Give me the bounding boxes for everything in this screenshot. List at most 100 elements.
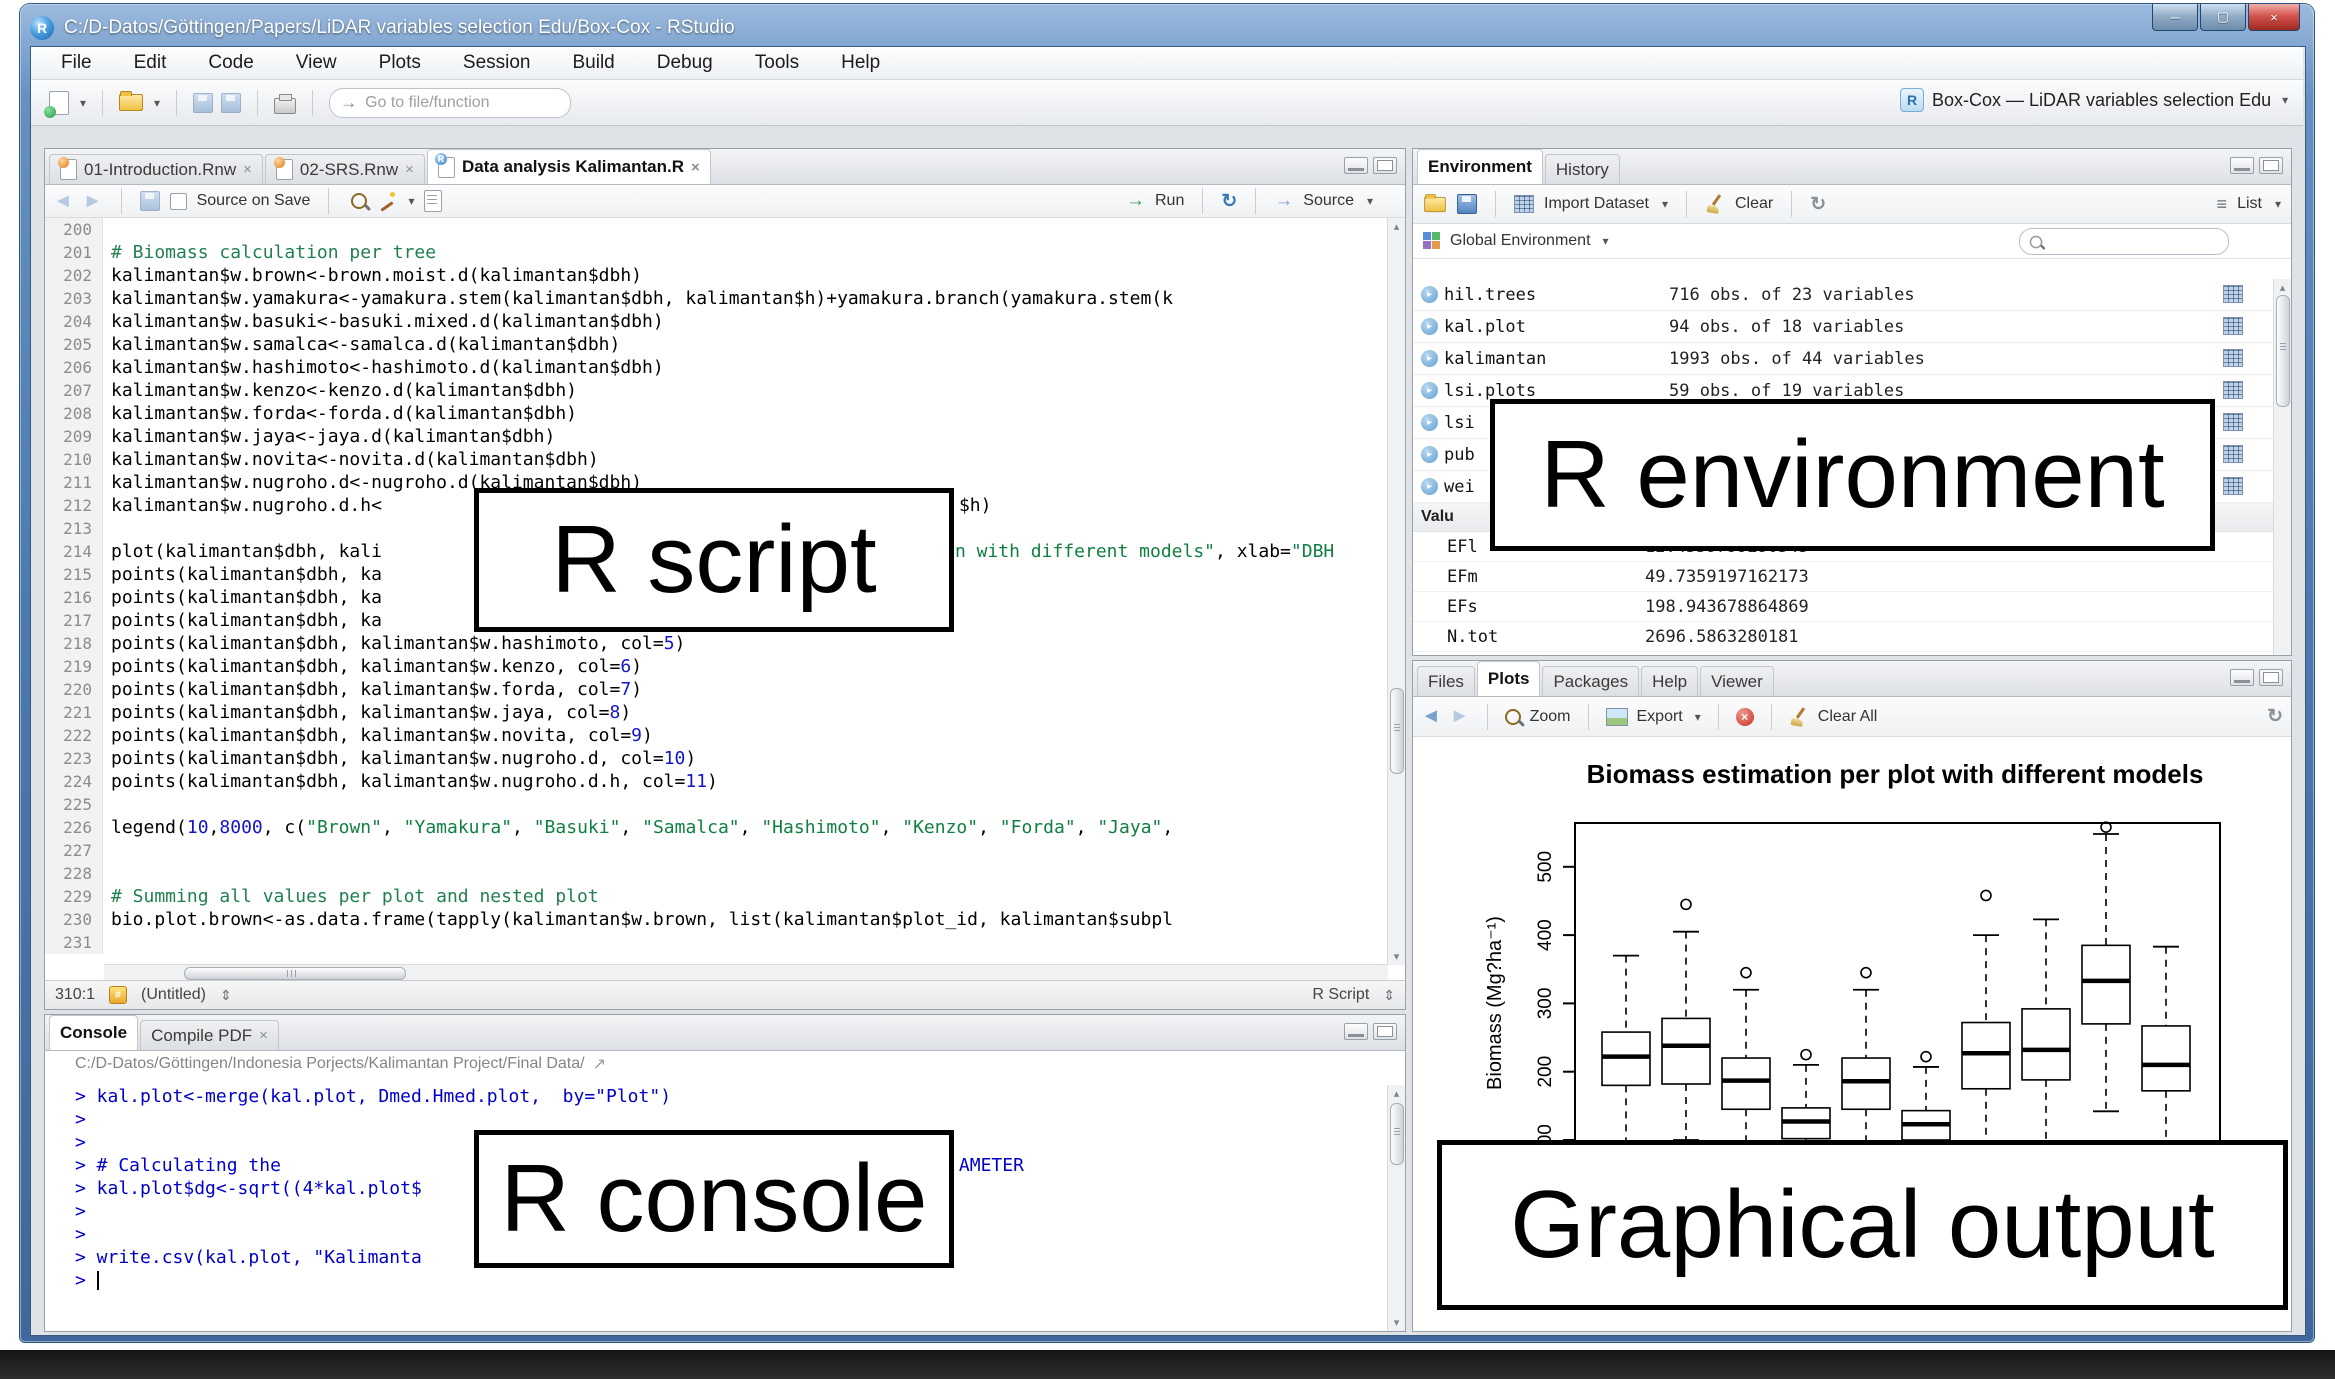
menu-debug[interactable]: Debug bbox=[657, 52, 713, 74]
document-outline[interactable]: (Untitled) bbox=[141, 986, 206, 1004]
expand-icon[interactable]: ▸ bbox=[1421, 318, 1438, 335]
code-tools-dropdown-icon[interactable]: ▾ bbox=[408, 194, 414, 208]
code-line[interactable]: 207 kalimantan$w.kenzo<-kenzo.d(kalimanta… bbox=[45, 379, 1405, 402]
doc-type[interactable]: R Script bbox=[1312, 986, 1369, 1004]
code-line[interactable]: 204 kalimantan$w.basuki<-basuki.mixed.d(k… bbox=[45, 310, 1405, 333]
clear-icon[interactable] bbox=[1705, 194, 1725, 214]
env-value-row[interactable]: EFs 198.943678864869 bbox=[1413, 592, 2273, 622]
rerun-icon[interactable]: ↻ bbox=[1221, 190, 1237, 213]
console-line[interactable]: > bbox=[45, 1269, 1387, 1292]
scroll-down-icon[interactable]: ▾ bbox=[1388, 1316, 1405, 1329]
code-line[interactable]: 230 bio.plot.brown<-as.data.frame(tapply(… bbox=[45, 908, 1405, 931]
env-data-row[interactable]: ▸ kalimantan 1993 obs. of 44 variables bbox=[1413, 343, 2273, 375]
run-button[interactable]: Run bbox=[1155, 192, 1184, 210]
export-dropdown-icon[interactable]: ▾ bbox=[1695, 710, 1701, 724]
list-dropdown-icon[interactable]: ▾ bbox=[2275, 197, 2281, 211]
code-line[interactable]: 231 bbox=[45, 931, 1405, 954]
code-line[interactable]: 206 kalimantan$w.hashimoto<-hashimoto.d(k… bbox=[45, 356, 1405, 379]
source-on-save-checkbox[interactable] bbox=[169, 192, 187, 210]
editor-vertical-scrollbar[interactable]: ▴ ▾ bbox=[1387, 218, 1405, 965]
tab-history[interactable]: History bbox=[1544, 154, 1620, 184]
menu-help[interactable]: Help bbox=[841, 52, 880, 74]
new-file-dropdown-icon[interactable]: ▾ bbox=[80, 96, 86, 110]
print-icon[interactable] bbox=[274, 93, 297, 114]
code-line[interactable]: 228 bbox=[45, 862, 1405, 885]
code-line[interactable]: 203 kalimantan$w.yamakura<-yamakura.stem(… bbox=[45, 287, 1405, 310]
environment-search-input[interactable] bbox=[2019, 228, 2229, 255]
export-icon[interactable] bbox=[1605, 707, 1628, 726]
code-line[interactable]: 227 bbox=[45, 839, 1405, 862]
close-tab-icon[interactable]: × bbox=[243, 161, 252, 178]
tab-data-analysis-kalimantan-r[interactable]: Data analysis Kalimantan.R × bbox=[426, 149, 711, 184]
maximize-pane-icon[interactable] bbox=[2259, 157, 2283, 174]
refresh-icon[interactable]: ↻ bbox=[1810, 193, 1826, 216]
tab-console[interactable]: Console bbox=[49, 1015, 139, 1050]
clear-button[interactable]: Clear bbox=[1735, 195, 1773, 213]
view-data-icon[interactable] bbox=[2223, 285, 2243, 303]
compile-notebook-icon[interactable] bbox=[424, 190, 443, 212]
env-data-row[interactable]: ▸ hil.trees 716 obs. of 23 variables bbox=[1413, 279, 2273, 311]
minimize-button[interactable]: ─ bbox=[2152, 4, 2198, 31]
import-dropdown-icon[interactable]: ▾ bbox=[1662, 197, 1668, 211]
expand-icon[interactable]: ▸ bbox=[1421, 350, 1438, 367]
env-data-row[interactable]: ▸ kal.plot 94 obs. of 18 variables bbox=[1413, 311, 2273, 343]
code-line[interactable]: 202 kalimantan$w.brown<-brown.moist.d(kal… bbox=[45, 264, 1405, 287]
tab-compile-pdf[interactable]: Compile PDF × bbox=[140, 1020, 279, 1050]
zoom-button[interactable]: Zoom bbox=[1530, 708, 1571, 726]
list-view-button[interactable]: List bbox=[2237, 195, 2262, 213]
close-button[interactable]: × bbox=[2248, 4, 2300, 31]
view-data-icon[interactable] bbox=[2223, 477, 2243, 495]
tab-viewer[interactable]: Viewer bbox=[1700, 666, 1774, 696]
env-value-row[interactable]: N.tot 2696.5863280181 bbox=[1413, 622, 2273, 652]
menu-view[interactable]: View bbox=[296, 52, 337, 74]
code-line[interactable]: 201 # Biomass calculation per tree bbox=[45, 241, 1405, 264]
minimize-pane-icon[interactable] bbox=[1344, 157, 1368, 174]
scrollbar-thumb[interactable] bbox=[2276, 295, 2290, 407]
minimize-pane-icon[interactable] bbox=[1344, 1023, 1368, 1040]
open-file-icon[interactable] bbox=[119, 91, 144, 111]
code-line[interactable]: 218 points(kalimantan$dbh, kalimantan$w.h… bbox=[45, 632, 1405, 655]
remove-plot-icon[interactable]: × bbox=[1735, 707, 1754, 726]
import-dataset-button[interactable]: Import Dataset bbox=[1544, 195, 1649, 213]
console-line[interactable]: > kal.plot<-merge(kal.plot, Dmed.Hmed.pl… bbox=[45, 1085, 1387, 1108]
environment-scope-select[interactable]: Global Environment bbox=[1450, 232, 1591, 250]
export-button[interactable]: Export bbox=[1637, 708, 1683, 726]
menu-plots[interactable]: Plots bbox=[379, 52, 421, 74]
project-selector[interactable]: R Box-Cox — LiDAR variables selection Ed… bbox=[1900, 88, 2288, 112]
close-tab-icon[interactable]: × bbox=[691, 159, 700, 176]
minimize-pane-icon[interactable] bbox=[2230, 669, 2254, 686]
expand-icon[interactable]: ▸ bbox=[1421, 286, 1438, 303]
save-all-icon[interactable] bbox=[221, 92, 242, 113]
source-doc-icon[interactable]: → bbox=[1274, 190, 1293, 212]
open-file-dropdown-icon[interactable]: ▾ bbox=[154, 96, 160, 110]
code-line[interactable]: 205 kalimantan$w.samalca<-samalca.d(kalim… bbox=[45, 333, 1405, 356]
scroll-up-icon[interactable]: ▴ bbox=[2274, 281, 2291, 294]
code-line[interactable]: 223 points(kalimantan$dbh, kalimantan$w.n… bbox=[45, 747, 1405, 770]
scroll-up-icon[interactable]: ▴ bbox=[1388, 1087, 1405, 1100]
code-line[interactable]: 226 legend(10,8000, c("Brown", "Yamakura"… bbox=[45, 816, 1405, 839]
code-line[interactable]: 229 # Summing all values per plot and nes… bbox=[45, 885, 1405, 908]
view-data-icon[interactable] bbox=[2223, 349, 2243, 367]
back-icon[interactable]: ◄ bbox=[53, 190, 73, 213]
clear-all-button[interactable]: Clear All bbox=[1818, 708, 1878, 726]
view-data-icon[interactable] bbox=[2223, 317, 2243, 335]
source-dropdown-icon[interactable]: ▾ bbox=[1367, 194, 1373, 208]
scroll-down-icon[interactable]: ▾ bbox=[1388, 950, 1405, 963]
tab-01-introduction-rnw[interactable]: 01-Introduction.Rnw × bbox=[49, 154, 263, 184]
tab-plots[interactable]: Plots bbox=[1476, 661, 1541, 696]
clear-all-icon[interactable] bbox=[1789, 707, 1809, 727]
menu-code[interactable]: Code bbox=[208, 52, 253, 74]
tab-packages[interactable]: Packages bbox=[1542, 666, 1640, 696]
scrollbar-thumb[interactable] bbox=[1390, 1103, 1404, 1165]
save-workspace-icon[interactable] bbox=[1457, 194, 1477, 214]
code-line[interactable]: 224 points(kalimantan$dbh, kalimantan$w.n… bbox=[45, 770, 1405, 793]
code-line[interactable]: 209 kalimantan$w.jaya<-jaya.d(kalimantan$… bbox=[45, 425, 1405, 448]
editor-horizontal-scrollbar[interactable] bbox=[104, 964, 1388, 981]
code-line[interactable]: 219 points(kalimantan$dbh, kalimantan$w.k… bbox=[45, 655, 1405, 678]
maximize-pane-icon[interactable] bbox=[2259, 669, 2283, 686]
console-line[interactable]: > bbox=[45, 1108, 1387, 1131]
close-tab-icon[interactable]: × bbox=[405, 161, 414, 178]
menu-tools[interactable]: Tools bbox=[755, 52, 799, 74]
scroll-up-icon[interactable]: ▴ bbox=[1388, 220, 1405, 233]
find-icon[interactable] bbox=[351, 193, 368, 209]
